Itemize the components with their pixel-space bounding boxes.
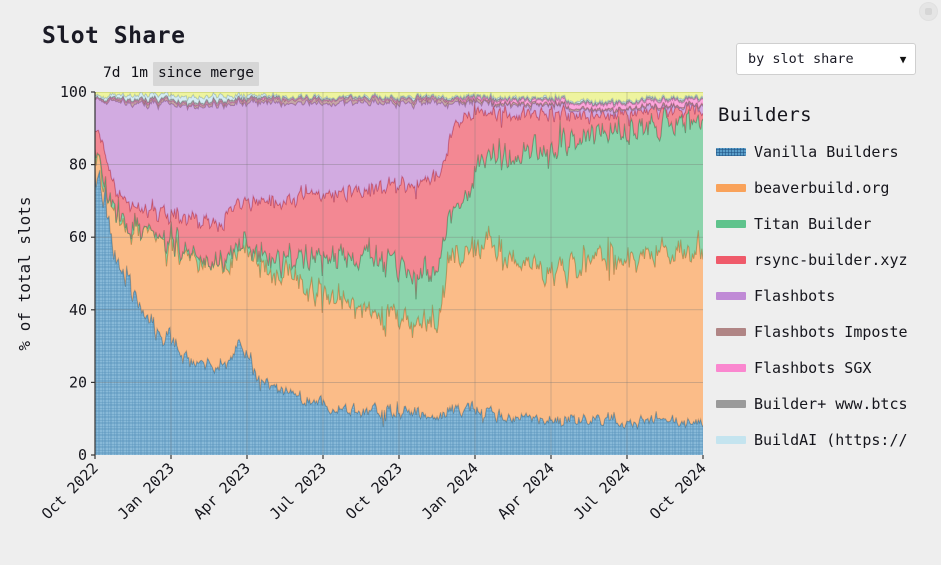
legend-item[interactable]: BuildAI (https:// [716,422,941,454]
svg-text:80: 80 [69,156,87,174]
legend-item[interactable]: Flashbots Imposte [716,314,941,350]
chart-legend: Builders Vanilla Builders beaverbuild.org… [716,104,941,454]
legend-item-label: Flashbots [754,287,836,305]
svg-text:Jul 2023: Jul 2023 [266,459,330,523]
svg-text:40: 40 [69,301,87,319]
svg-text:Oct 2024: Oct 2024 [646,459,710,523]
legend-item[interactable]: Builder+ www.btcs [716,386,941,422]
legend-swatch-icon [716,184,746,192]
svg-text:Jan 2023: Jan 2023 [114,459,178,523]
legend-item-label: BuildAI (https:// [754,431,908,449]
svg-text:Apr 2024: Apr 2024 [494,459,558,523]
svg-text:60: 60 [69,228,87,246]
legend-title: Builders [718,104,812,126]
svg-text:100: 100 [60,83,87,101]
chart-page: Slot Share 7d 1m since merge by slot sha… [0,0,941,565]
legend-item[interactable]: beaverbuild.org [716,170,941,206]
legend-swatch-icon [716,400,746,408]
legend-item[interactable]: Flashbots [716,278,941,314]
legend-item-label: Titan Builder [754,215,872,233]
legend-item[interactable]: Titan Builder [716,206,941,242]
svg-text:Oct 2023: Oct 2023 [342,459,406,523]
corner-widget-icon[interactable] [919,2,938,21]
legend-item-label: Builder+ www.btcs [754,395,908,413]
legend-item-label: beaverbuild.org [754,179,890,197]
legend-item[interactable]: rsync-builder.xyz [716,242,941,278]
legend-items-list: Vanilla Builders beaverbuild.org Titan Bui… [716,134,941,454]
legend-swatch-icon [716,292,746,300]
legend-swatch-icon [716,364,746,372]
legend-swatch-icon [716,436,746,444]
svg-text:Apr 2023: Apr 2023 [190,459,254,523]
legend-item-label: Vanilla Builders [754,143,899,161]
legend-swatch-icon [716,220,746,228]
svg-text:20: 20 [69,373,87,391]
legend-item[interactable]: Vanilla Builders [716,134,941,170]
svg-text:% of total slots: % of total slots [15,196,34,350]
legend-swatch-icon [716,148,746,156]
legend-swatch-icon [716,328,746,336]
legend-item-label: Flashbots Imposte [754,323,908,341]
svg-text:Oct 2022: Oct 2022 [38,459,102,523]
svg-text:Jan 2024: Jan 2024 [418,459,482,523]
legend-swatch-icon [716,256,746,264]
legend-item-label: rsync-builder.xyz [754,251,908,269]
legend-item-label: Flashbots SGX [754,359,872,377]
legend-item[interactable]: Flashbots SGX [716,350,941,386]
svg-text:Jul 2024: Jul 2024 [570,459,634,523]
